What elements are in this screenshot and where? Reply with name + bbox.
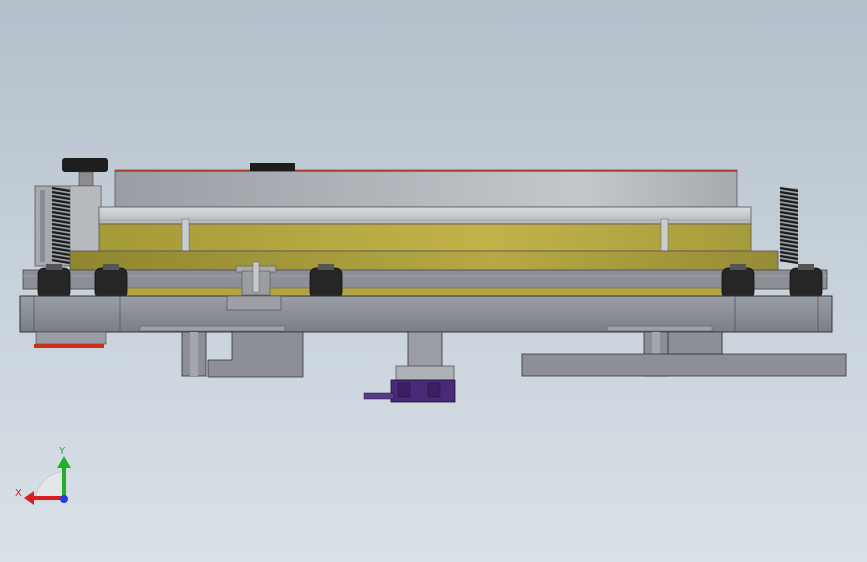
coordinate-triad-icon: Y X — [15, 446, 71, 505]
left-coil-spring — [51, 186, 71, 265]
triad-y-label: Y — [58, 446, 66, 457]
roller — [721, 264, 755, 299]
top-carriage-plate — [114, 163, 738, 208]
upper-gold-plate — [98, 218, 752, 252]
right-coil-spring — [779, 186, 799, 265]
guide-pin-left — [181, 218, 190, 252]
roller — [37, 264, 71, 299]
roller — [309, 264, 343, 299]
right-lower-bracket — [521, 331, 847, 377]
upper-light-plate — [98, 206, 752, 225]
gray-rail-band — [22, 269, 828, 297]
top-clamp-block — [250, 163, 295, 171]
center-sensor-assembly — [363, 331, 456, 403]
triad-x-label: X — [15, 488, 22, 499]
left-lower-bracket — [181, 331, 304, 378]
black-knob — [62, 158, 108, 187]
main-base-frame — [19, 295, 833, 333]
left-bottom-foot — [34, 331, 107, 348]
center-adjuster — [235, 261, 277, 296]
sensor-cable — [363, 392, 395, 400]
cad-assembly-drawing: Y X — [15, 158, 847, 505]
lower-gold-plate — [69, 250, 779, 272]
roller — [789, 264, 823, 299]
roller — [94, 264, 128, 299]
cad-viewport[interactable]: Y X — [0, 0, 867, 562]
guide-pin-right — [660, 218, 669, 252]
